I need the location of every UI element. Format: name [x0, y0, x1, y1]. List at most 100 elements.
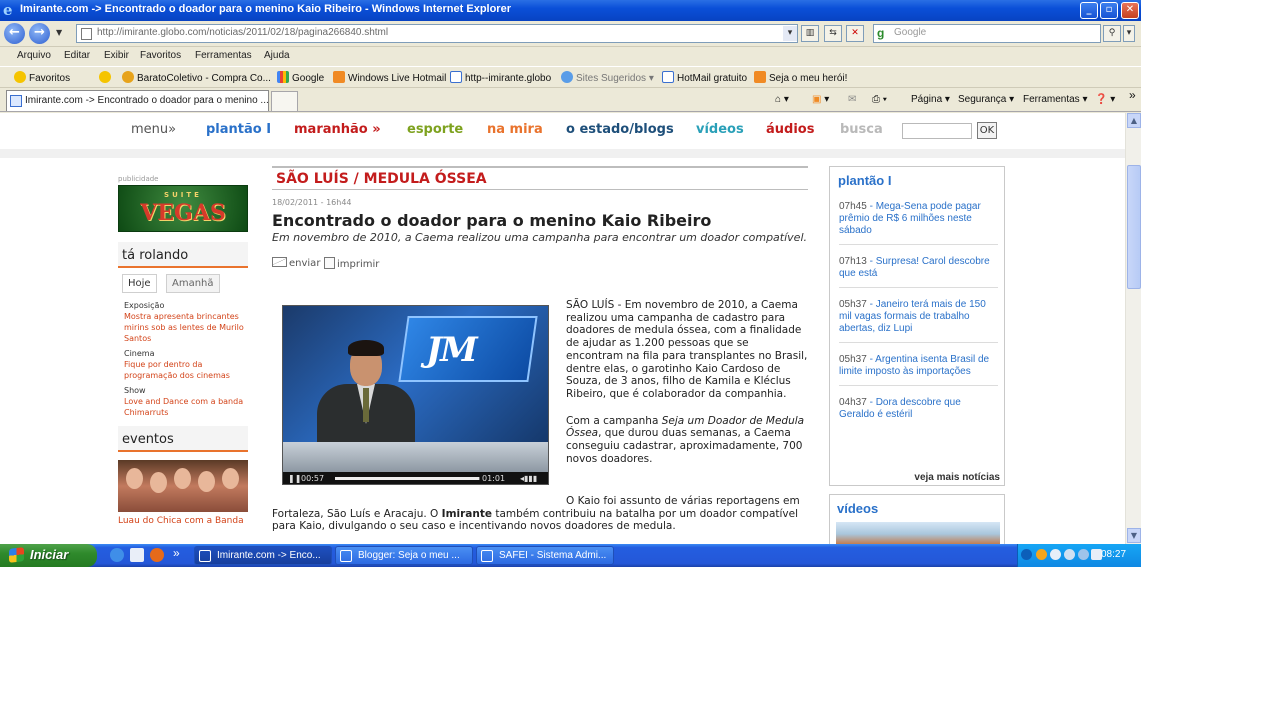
favorite-link-1[interactable]: Google [277, 71, 324, 84]
menu-ajuda[interactable]: Ajuda [264, 50, 290, 61]
show-desktop-icon[interactable] [130, 548, 144, 562]
security-menu-button[interactable]: Segurança ▾ [958, 94, 1014, 105]
news-item[interactable]: 07h45 - Mega-Sena pode pagar prêmio de R… [839, 197, 998, 245]
site-search-ok-button[interactable]: OK [977, 122, 997, 139]
page-menu-button[interactable]: Página ▾ [911, 94, 950, 105]
site-nav-videos[interactable]: vídeos [696, 122, 744, 137]
imirante-bold: Imirante [441, 507, 492, 520]
taskbar-button-blogger[interactable]: Blogger: Seja o meu ... [335, 546, 473, 565]
site-nav-esporte[interactable]: esporte [407, 122, 463, 137]
scroll-up-button[interactable]: ▲ [1127, 113, 1141, 128]
menu-arquivo[interactable]: Arquivo [17, 50, 51, 61]
tray-messenger-icon[interactable] [1050, 549, 1061, 560]
agenda-item[interactable]: Exposição Mostra apresenta brincantes mi… [124, 300, 248, 344]
agenda-description[interactable]: Love and Dance com a banda Chimarruts [124, 396, 248, 418]
back-button[interactable]: ← [4, 23, 25, 44]
eventos-photo[interactable] [118, 460, 248, 512]
agenda-item[interactable]: Show Love and Dance com a banda Chimarru… [124, 385, 248, 418]
menu-ferramentas[interactable]: Ferramentas [195, 50, 252, 61]
video-progress-bar[interactable] [335, 477, 480, 480]
favorite-link-4[interactable]: Sites Sugeridos ▾ [561, 71, 654, 84]
minimize-button[interactable]: _ [1080, 2, 1098, 19]
add-favorite-button[interactable] [99, 71, 114, 84]
volume-icon[interactable]: ◂▮▮▮ [520, 474, 537, 483]
site-nav-na-mira[interactable]: na mira [487, 122, 543, 137]
compatibility-view-button[interactable]: ▥ [801, 25, 819, 42]
news-item[interactable]: 04h37 - Dora descobre que Geraldo é esté… [839, 386, 998, 428]
start-button[interactable]: Iniciar [0, 544, 97, 567]
search-input[interactable]: g Google [873, 24, 1101, 43]
site-nav-maranhao[interactable]: maranhão » [294, 122, 381, 137]
forward-button[interactable]: → [29, 23, 50, 44]
search-button[interactable]: ⚲ [1103, 25, 1121, 42]
favorite-link-2[interactable]: Windows Live Hotmail [333, 71, 446, 84]
menu-exibir[interactable]: Exibir [104, 50, 129, 61]
agenda-description[interactable]: Fique por dentro da programação dos cine… [124, 359, 248, 381]
tray-app-icon[interactable] [1036, 549, 1047, 560]
videos-title[interactable]: vídeos [830, 495, 1004, 521]
suggested-sites-icon [561, 71, 573, 83]
pause-icon[interactable]: ❚❚ [288, 474, 301, 483]
video-player[interactable]: JM ❚❚ 00:57 01:01 ◂▮▮▮ [282, 305, 549, 485]
history-dropdown-icon[interactable]: ▼ [56, 28, 62, 37]
video-thumbnail[interactable] [836, 522, 1000, 544]
google-icon: g [877, 26, 885, 40]
search-options-button[interactable]: ▾ [1123, 25, 1135, 42]
news-item[interactable]: 07h13 - Surpresa! Carol descobre que est… [839, 245, 998, 288]
menu-editar[interactable]: Editar [64, 50, 90, 61]
address-dropdown-button[interactable]: ▾ [783, 26, 797, 41]
site-nav-o-estado-blogs[interactable]: o estado/blogs [566, 122, 674, 137]
imprimir-link[interactable]: imprimir [324, 257, 379, 270]
new-tab-button[interactable] [271, 91, 298, 111]
tray-network-icon[interactable] [1078, 549, 1089, 560]
feeds-button[interactable]: ▣ ▾ [812, 94, 829, 105]
news-item[interactable]: 05h37 - Janeiro terá mais de 150 mil vag… [839, 288, 998, 343]
browser-tab-active[interactable]: Imirante.com -> Encontrado o doador para… [6, 90, 269, 111]
favorite-link-label: Seja o meu herói! [769, 73, 848, 84]
menu-favoritos[interactable]: Favoritos [140, 50, 181, 61]
tools-menu-button[interactable]: Ferramentas ▾ [1023, 94, 1088, 105]
close-button[interactable]: ✕ [1121, 2, 1139, 19]
print-button[interactable]: ⎙ ▾ [872, 94, 887, 105]
tray-expand-icon[interactable] [1021, 549, 1032, 560]
plantao-title[interactable]: plantão I [830, 167, 1004, 197]
vertical-scrollbar[interactable]: ▲ ▼ [1125, 113, 1141, 544]
maximize-button[interactable]: ▫ [1100, 2, 1118, 19]
site-search-input[interactable] [902, 123, 972, 139]
taskbar-button-imirante[interactable]: Imirante.com -> Enco... [194, 546, 332, 565]
scroll-thumb[interactable] [1127, 165, 1141, 289]
ver-mais-link[interactable]: veja mais notícias [914, 472, 1000, 483]
taskbar-button-safei[interactable]: SAFEI - Sistema Admi... [476, 546, 614, 565]
suite-vegas-banner[interactable]: SUITE VEGAS [118, 185, 248, 232]
firefox-quicklaunch-icon[interactable] [150, 548, 164, 562]
refresh-button[interactable]: ⇆ [824, 25, 842, 42]
more-commands-button[interactable]: » [1129, 88, 1136, 102]
agenda-item[interactable]: Cinema Fique por dentro da programação d… [124, 348, 248, 381]
home-button[interactable]: ⌂ ▾ [775, 94, 789, 105]
tab-amanha[interactable]: Amanhã [166, 274, 220, 293]
agenda-list: Exposição Mostra apresenta brincantes mi… [118, 300, 248, 418]
agenda-description[interactable]: Mostra apresenta brincantes mirins sob a… [124, 311, 248, 344]
ie-quicklaunch-icon[interactable] [110, 548, 124, 562]
site-nav-audios[interactable]: áudios [766, 122, 814, 137]
scroll-down-button[interactable]: ▼ [1127, 528, 1141, 543]
site-nav-menu[interactable]: menu» [131, 122, 176, 137]
site-nav-plantao[interactable]: plantão I [206, 122, 271, 137]
help-menu-button[interactable]: ❓ ▾ [1095, 94, 1115, 105]
tab-hoje[interactable]: Hoje [122, 274, 157, 293]
favorite-link-5[interactable]: HotMail gratuito [662, 71, 747, 84]
search-icon: ⚲ [1108, 28, 1116, 38]
read-mail-button[interactable]: ✉ [848, 94, 856, 105]
tray-network-icon[interactable] [1064, 549, 1075, 560]
news-item[interactable]: 05h37 - Argentina isenta Brasil de limit… [839, 343, 998, 386]
favorite-link-0[interactable]: BaratoColetivo - Compra Co... [122, 71, 271, 84]
favorite-link-3[interactable]: http--imirante.globo [450, 71, 551, 84]
favorites-button[interactable]: Favoritos [14, 71, 70, 84]
quicklaunch-more[interactable]: » [173, 546, 180, 560]
favorite-link-6[interactable]: Seja o meu herói! [754, 71, 847, 84]
address-input[interactable]: http://imirante.globo.com/noticias/2011/… [76, 24, 798, 43]
enviar-link[interactable]: enviar [272, 257, 320, 269]
video-controls: ❚❚ 00:57 01:01 ◂▮▮▮ [283, 472, 548, 484]
eventos-caption[interactable]: Luau do Chica com a Banda [118, 516, 248, 526]
stop-button[interactable]: ✕ [846, 25, 864, 42]
